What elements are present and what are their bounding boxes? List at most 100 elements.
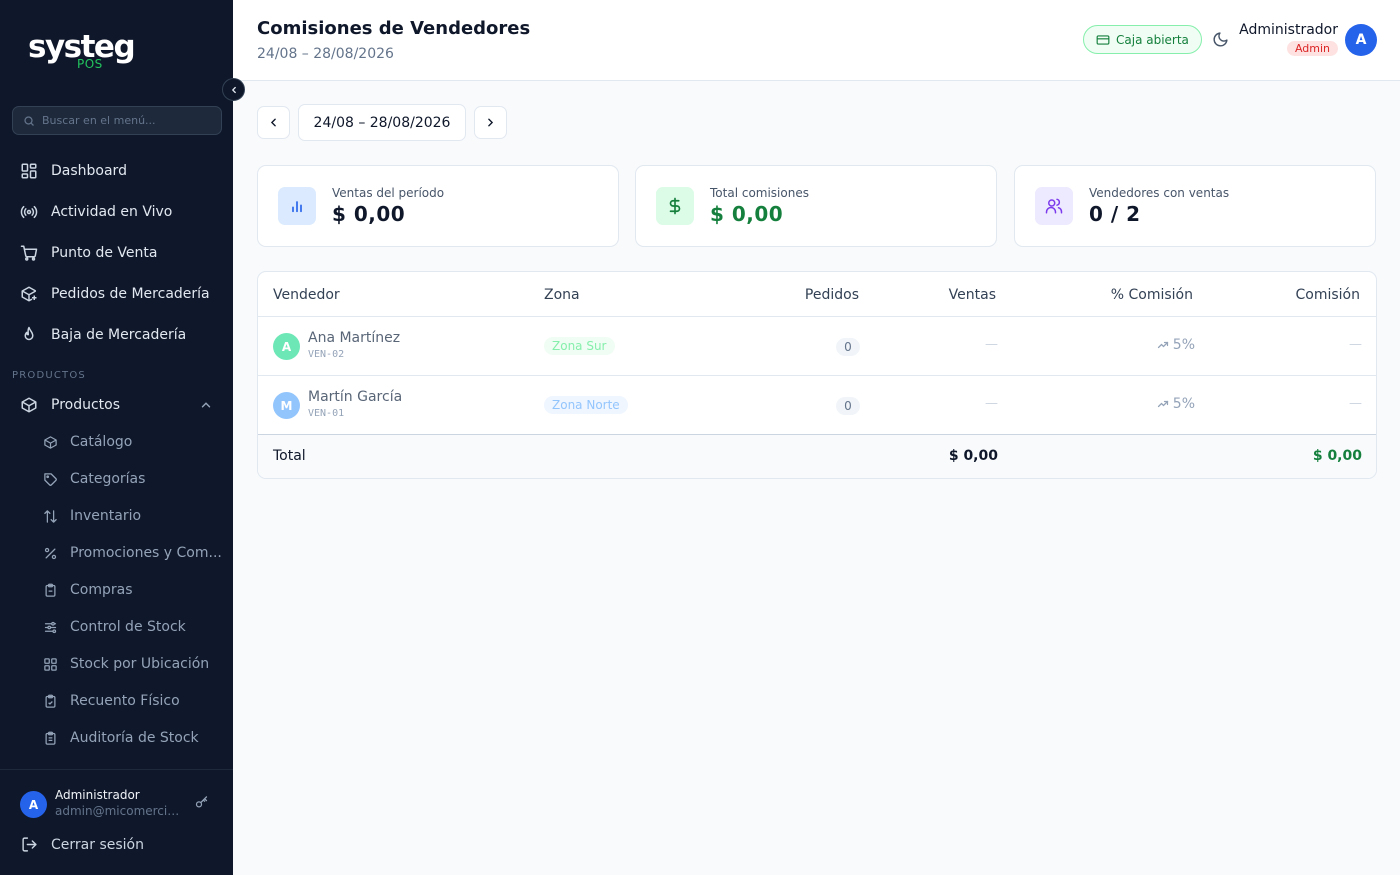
credit-card-icon: [1096, 33, 1110, 47]
sidebar-collapse-button[interactable]: [222, 78, 245, 101]
percent-icon: [42, 545, 59, 562]
users-icon: [1035, 187, 1073, 225]
table-row[interactable]: A Ana Martínez VEN-02 Zona Sur 0 — 5% —: [258, 316, 1376, 375]
dollar-icon: [656, 187, 694, 225]
package-plus-icon: [19, 284, 39, 304]
sidebar-item-actividad[interactable]: Actividad en Vivo: [19, 199, 172, 225]
flame-icon: [19, 325, 39, 345]
arrows-updown-icon: [42, 508, 59, 525]
sidebar-item-catalogo[interactable]: Catálogo: [42, 430, 132, 454]
sales-value: —: [985, 337, 998, 352]
sidebar-item-auditoria[interactable]: Auditoría de Stock: [42, 726, 199, 750]
moon-icon[interactable]: [1212, 31, 1229, 48]
prev-period-button[interactable]: [257, 106, 290, 139]
sidebar-item-label: Stock por Ubicación: [70, 656, 210, 672]
column-header-ventas[interactable]: Ventas: [949, 287, 996, 303]
sidebar-item-recuento[interactable]: Recuento Físico: [42, 689, 180, 713]
sidebar-item-baja[interactable]: Baja de Mercadería: [19, 322, 186, 348]
user-email: admin@micomercio.com: [55, 804, 183, 818]
chevron-up-icon[interactable]: [199, 398, 213, 412]
stat-value: 0 / 2: [1089, 202, 1141, 226]
column-header-vendedor[interactable]: Vendedor: [273, 287, 340, 303]
date-range-picker[interactable]: 24/08 – 28/08/2026: [298, 104, 466, 141]
column-header-pct[interactable]: % Comisión: [1111, 287, 1193, 303]
zone-badge: Zona Norte: [544, 396, 628, 414]
vendor-name: Martín García: [308, 389, 403, 405]
chevron-left-icon: [231, 86, 236, 93]
sidebar-item-label: Control de Stock: [70, 619, 186, 635]
sidebar-item-promociones[interactable]: Promociones y Com...: [42, 541, 222, 565]
sidebar-item-control-stock[interactable]: Control de Stock: [42, 615, 186, 639]
sidebar-item-pedidos[interactable]: Pedidos de Mercadería: [19, 281, 210, 307]
box-icon: [19, 395, 39, 415]
table-row[interactable]: M Martín García VEN-01 Zona Norte 0 — 5%…: [258, 375, 1376, 434]
commission-value: —: [1349, 396, 1362, 411]
stat-label: Vendedores con ventas: [1089, 186, 1230, 200]
box-icon: [42, 434, 59, 451]
sidebar-item-punto-venta[interactable]: Punto de Venta: [19, 240, 157, 266]
key-icon[interactable]: [194, 795, 209, 810]
avatar: M: [273, 392, 300, 419]
sidebar-item-label: Dashboard: [51, 163, 127, 179]
logout-icon: [21, 836, 38, 853]
total-commission-value: $ 0,00: [1312, 448, 1362, 464]
sales-value: —: [985, 396, 998, 411]
page-subtitle: 24/08 – 28/08/2026: [257, 46, 394, 62]
sidebar-item-label: Actividad en Vivo: [51, 204, 173, 220]
stat-card-ventas: Ventas del período $ 0,00: [257, 165, 619, 247]
clipboard-check-icon: [42, 693, 59, 710]
section-label-productos: PRODUCTOS: [12, 370, 86, 381]
sidebar-item-label: Baja de Mercadería: [51, 327, 187, 343]
sidebar-group-productos[interactable]: Productos: [19, 392, 120, 418]
bar-chart-icon: [278, 187, 316, 225]
header-user-name: Administrador: [1239, 22, 1338, 38]
chevron-right-icon: [488, 118, 494, 127]
logout-button[interactable]: Cerrar sesión: [21, 836, 144, 853]
header-avatar[interactable]: A: [1345, 24, 1377, 56]
orders-count-badge: 0: [836, 338, 860, 356]
zone-badge: Zona Sur: [544, 337, 615, 355]
sidebar-item-label: Compras: [70, 582, 133, 598]
grid-icon: [42, 656, 59, 673]
vendor-code: VEN-01: [308, 408, 345, 419]
stat-label: Total comisiones: [710, 186, 809, 200]
shopping-cart-icon: [19, 243, 39, 263]
menu-search[interactable]: [12, 106, 222, 135]
logout-label: Cerrar sesión: [51, 836, 144, 853]
sidebar-item-label: Promociones y Com...: [70, 545, 222, 561]
caja-status-label: Caja abierta: [1116, 32, 1189, 47]
stat-value: $ 0,00: [332, 202, 406, 226]
sidebar-group-label: Productos: [51, 397, 121, 413]
sliders-icon: [42, 619, 59, 636]
column-header-zona[interactable]: Zona: [544, 287, 580, 303]
clipboard-icon: [42, 582, 59, 599]
vendor-code: VEN-02: [308, 349, 345, 360]
table-total-row: Total $ 0,00 $ 0,00: [258, 434, 1376, 478]
sidebar-item-stock-ubicacion[interactable]: Stock por Ubicación: [42, 652, 209, 676]
sidebar-footer: A Administrador admin@micomercio.com Cer…: [0, 769, 233, 875]
vendor-name: Ana Martínez: [308, 330, 401, 346]
column-header-pedidos[interactable]: Pedidos: [805, 287, 859, 303]
stat-value: $ 0,00: [710, 202, 784, 226]
page-title: Comisiones de Vendedores: [257, 18, 531, 39]
trending-up-icon: [1157, 339, 1169, 351]
sidebar-item-compras[interactable]: Compras: [42, 578, 133, 602]
sidebar-item-label: Inventario: [70, 508, 142, 524]
commission-pct: 5%: [1157, 337, 1195, 353]
sidebar-item-label: Pedidos de Mercadería: [51, 286, 210, 302]
commission-value: —: [1349, 337, 1362, 352]
avatar[interactable]: A: [20, 791, 47, 818]
caja-status-badge[interactable]: Caja abierta: [1083, 25, 1202, 54]
next-period-button[interactable]: [474, 106, 507, 139]
sidebar-item-categorias[interactable]: Categorías: [42, 467, 145, 491]
sidebar-item-label: Auditoría de Stock: [70, 730, 199, 746]
sidebar-item-inventario[interactable]: Inventario: [42, 504, 141, 528]
menu-search-input[interactable]: [42, 114, 212, 127]
commission-pct-value: 5%: [1172, 396, 1195, 412]
sidebar-item-dashboard[interactable]: Dashboard: [19, 158, 127, 184]
sidebar: systeg POS Dashboard Actividad en Vivo P…: [0, 0, 245, 875]
logo[interactable]: systeg POS: [28, 30, 138, 74]
sidebar-item-label: Catálogo: [70, 434, 133, 450]
commission-pct: 5%: [1157, 396, 1195, 412]
column-header-comision[interactable]: Comisión: [1296, 287, 1361, 303]
